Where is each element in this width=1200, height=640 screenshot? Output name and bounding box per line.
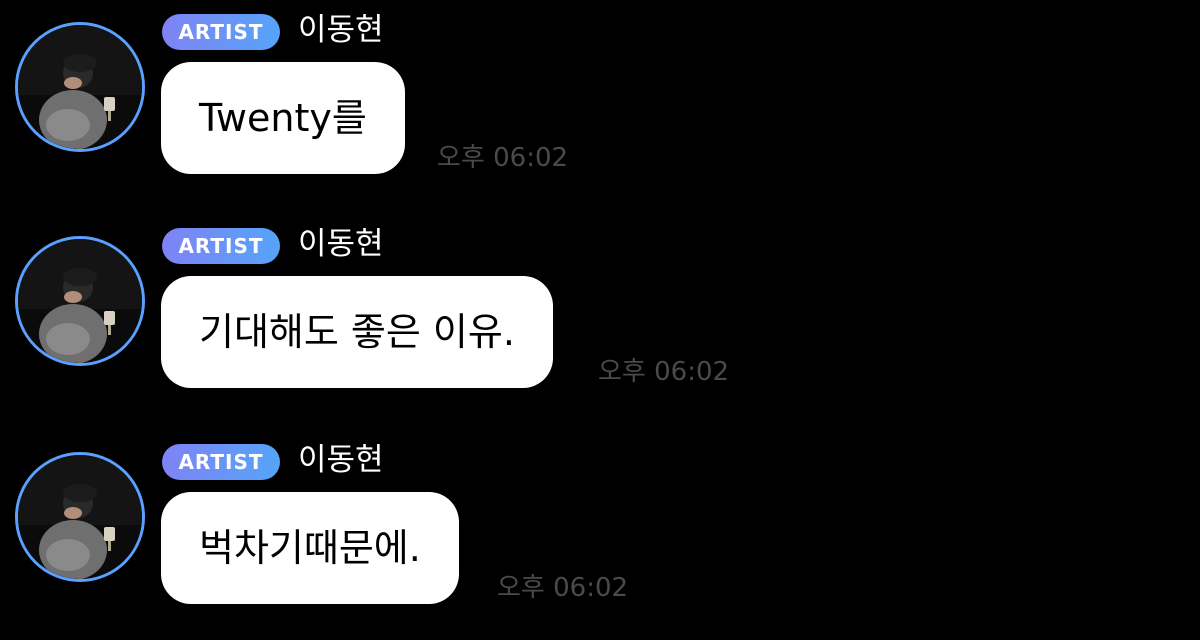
artist-badge: ARTIST (162, 444, 280, 480)
message-timestamp: 오후 06:02 (497, 573, 629, 603)
sender-name[interactable]: 이동현 (298, 10, 384, 50)
message-bubble[interactable]: 벅차기때문에. (161, 492, 459, 604)
message-bubble[interactable]: Twenty를 (161, 62, 405, 174)
artist-avatar[interactable] (15, 236, 145, 366)
sender-name[interactable]: 이동현 (298, 224, 384, 264)
avatar-photo-icon (18, 239, 142, 363)
chat-message: ARTIST 이동현 기대해도 좋은 이유. 오후 06:02 (0, 224, 1200, 424)
avatar-photo-icon (18, 455, 142, 579)
message-bubble[interactable]: 기대해도 좋은 이유. (161, 276, 553, 388)
artist-avatar[interactable] (15, 452, 145, 582)
message-timestamp: 오후 06:02 (437, 143, 569, 173)
avatar-photo-icon (18, 25, 142, 149)
artist-badge: ARTIST (162, 228, 280, 264)
artist-avatar[interactable] (15, 22, 145, 152)
artist-badge: ARTIST (162, 14, 280, 50)
chat-message: ARTIST 이동현 벅차기때문에. 오후 06:02 (0, 440, 1200, 640)
sender-name[interactable]: 이동현 (298, 440, 384, 480)
chat-message: ARTIST 이동현 Twenty를 오후 06:02 (0, 10, 1200, 210)
message-timestamp: 오후 06:02 (598, 357, 730, 387)
